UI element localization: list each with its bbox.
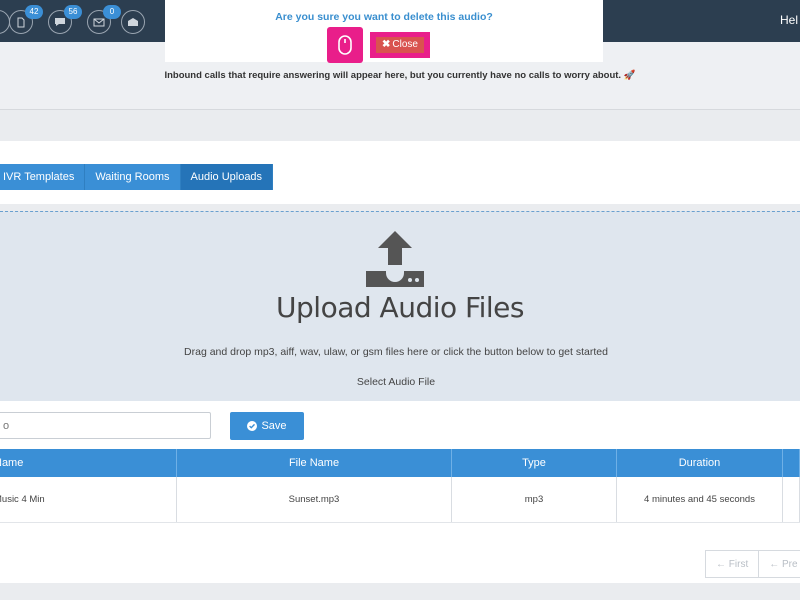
upload-form-row: Save [0,401,800,449]
header-duration[interactable]: Duration [617,449,783,477]
cell-actions[interactable] [783,477,800,522]
modal-title: Are you sure you want to delete this aud… [275,11,493,23]
section-divider [0,111,800,141]
header-type[interactable]: Type [452,449,617,477]
upload-description: Drag and drop mp3, aiff, wav, ulaw, or g… [184,346,608,358]
save-button[interactable]: Save [230,412,304,440]
pagination: ← First ← Pre [705,550,800,578]
pager-prev-button[interactable]: ← Pre [759,550,800,578]
file-icon[interactable]: 42 [9,5,43,34]
table-footer [0,523,800,583]
tab-ivr-templates[interactable]: IVR Templates [0,164,86,190]
file-badge: 42 [25,5,43,19]
audio-table-header: Name File Name Type Duration [0,449,800,477]
close-button-highlight: ✖ Close [370,32,430,58]
tab-waiting-rooms[interactable]: Waiting Rooms [85,164,181,190]
header-actions [783,449,800,477]
delete-confirm-modal: Are you sure you want to delete this aud… [165,0,603,63]
mail-badge: 0 [103,5,121,19]
pager-first-button[interactable]: ← First [705,550,760,578]
cell-file-name: Sunset.mp3 [177,477,452,522]
close-icon: ✖ [382,39,391,50]
table-row[interactable]: Music 4 Min Sunset.mp3 mp3 4 minutes and… [0,477,800,523]
inbound-calls-notice: Inbound calls that require answering wil… [164,70,636,81]
cell-name: Music 4 Min [0,477,177,522]
tab-bar: IVR Templates Waiting Rooms Audio Upload… [0,164,274,190]
upload-title: Upload Audio Files [276,291,524,324]
chat-badge: 56 [64,5,82,19]
chat-icon[interactable]: 56 [48,5,82,34]
header-name[interactable]: Name [0,449,177,477]
upload-icon [364,231,426,294]
header-file-name[interactable]: File Name [177,449,452,477]
audio-name-input[interactable] [0,412,211,439]
tab-audio-uploads[interactable]: Audio Uploads [180,164,274,190]
help-link[interactable]: Hel [780,13,800,27]
select-audio-file-button[interactable]: Select Audio File [0,376,792,388]
close-label: Close [392,39,418,50]
check-circle-icon [247,421,258,431]
cell-duration: 4 minutes and 45 seconds [617,477,783,522]
cell-type: mp3 [452,477,617,522]
save-label: Save [261,420,287,432]
close-button[interactable]: ✖ Close [376,37,424,53]
mouse-cursor-icon [327,27,363,63]
inbox-icon[interactable] [121,10,145,34]
mail-icon[interactable]: 0 [87,5,121,34]
audio-dropzone[interactable]: Upload Audio Files Drag and drop mp3, ai… [0,211,800,401]
